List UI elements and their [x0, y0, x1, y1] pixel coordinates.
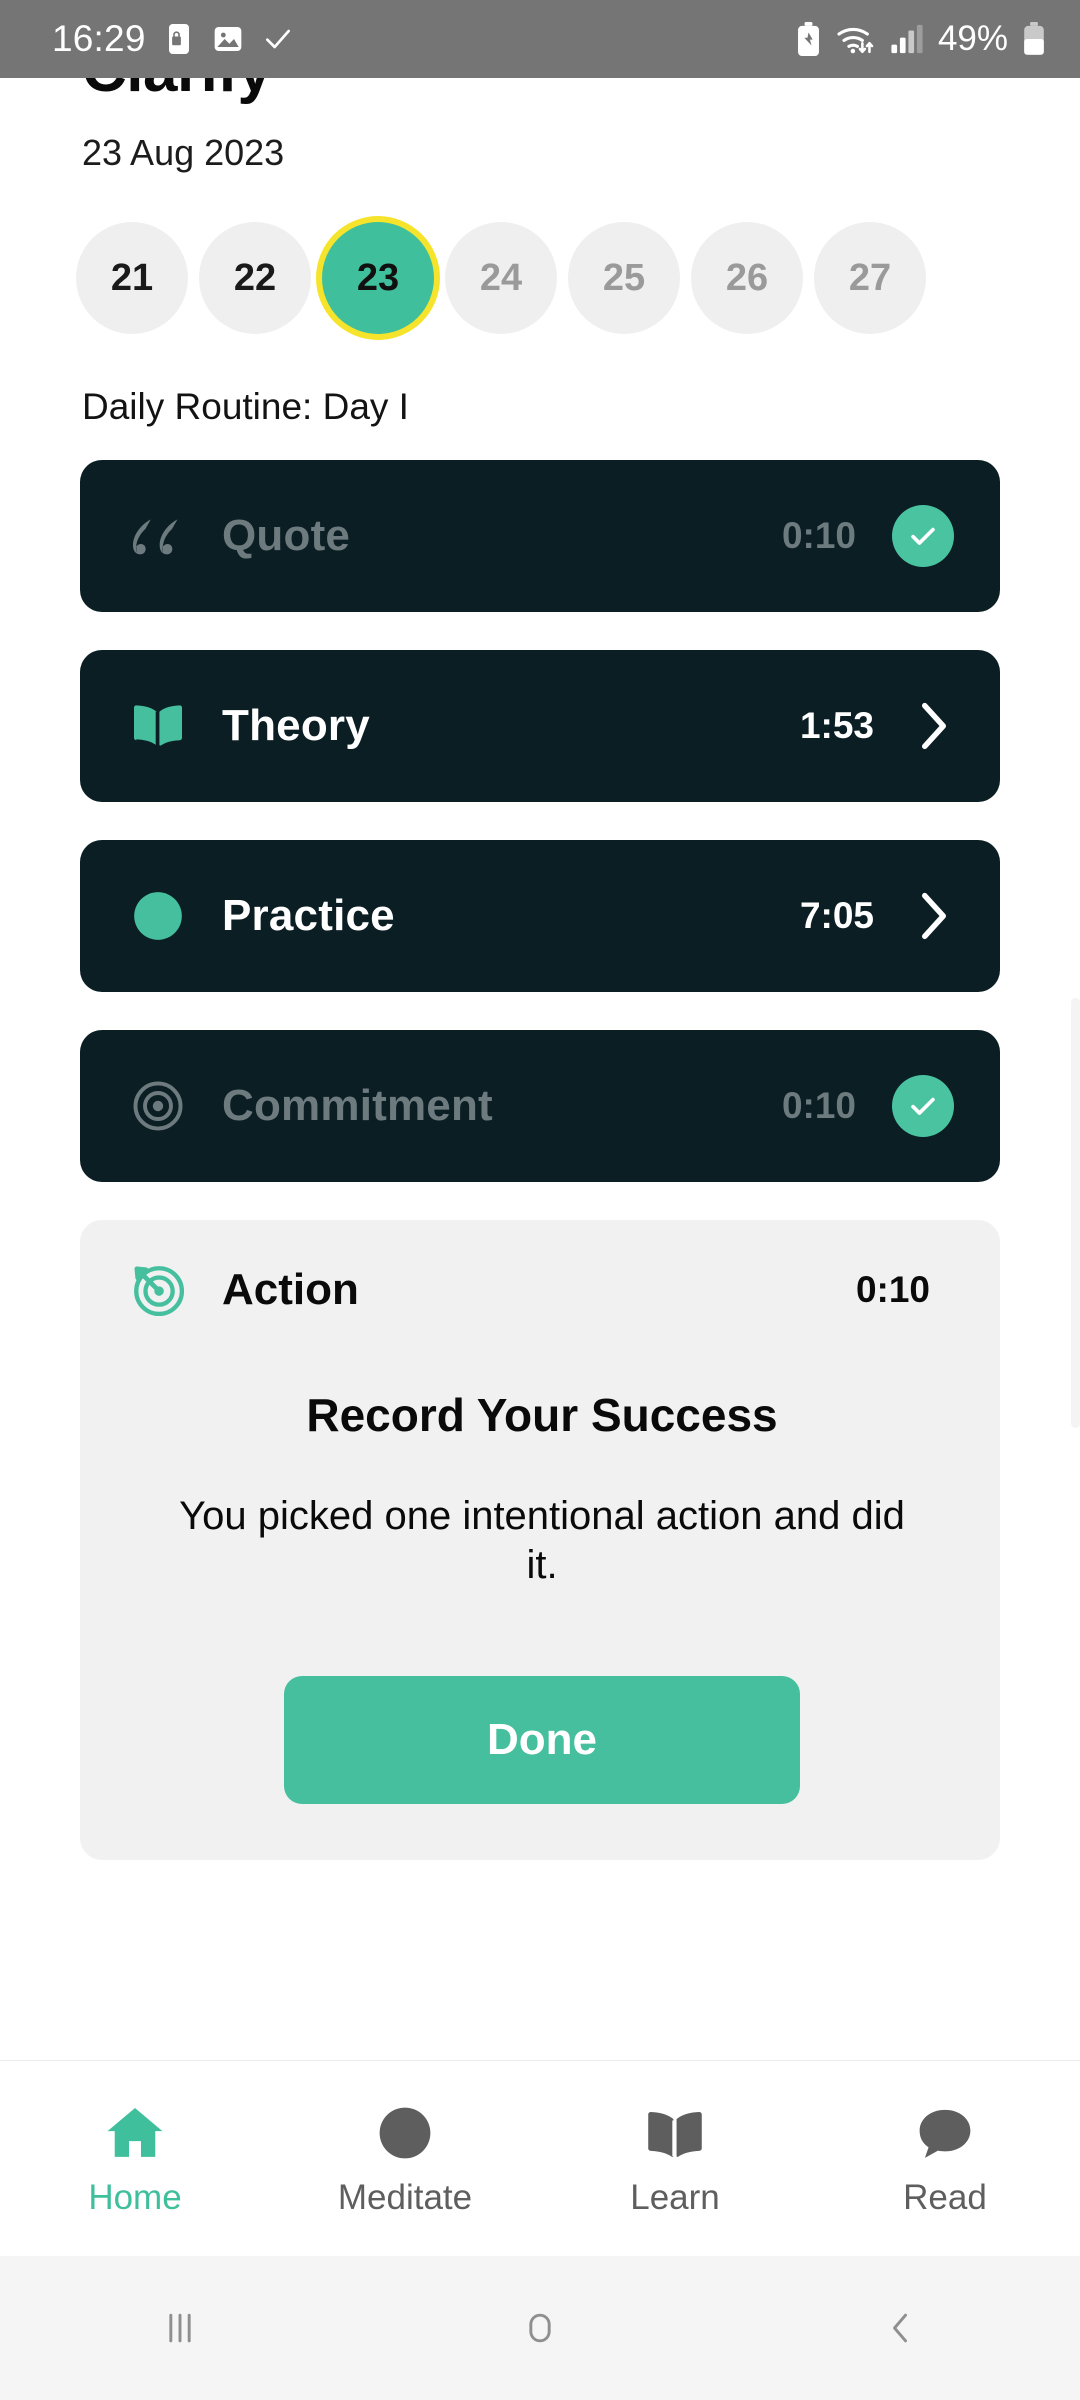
status-bar-clock: 16:29 [52, 18, 146, 59]
task-card-commitment[interactable]: Commitment 0:10 [80, 1030, 1000, 1182]
routine-heading: Daily Routine: Day I [82, 386, 409, 427]
action-card-body-text: You picked one intentional action and di… [179, 1494, 905, 1587]
task-duration: 1:53 [799, 705, 874, 746]
book-open-icon [646, 2100, 704, 2162]
day-chip-26[interactable]: 26 [691, 222, 803, 334]
target-icon [130, 1078, 186, 1134]
tab-label: Home [88, 2177, 182, 2217]
task-duration: 0:10 [781, 515, 856, 556]
done-button[interactable]: Done [284, 1675, 800, 1804]
day-chip-23-selected[interactable]: 23 [322, 222, 434, 334]
action-card-heading: Record Your Success [306, 1389, 778, 1441]
day-chip-24[interactable]: 24 [445, 222, 557, 334]
android-navigation-bar [0, 2256, 1080, 2400]
tab-read[interactable]: Read [810, 2100, 1080, 2218]
quote-icon [130, 508, 186, 564]
recents-icon[interactable] [0, 2306, 360, 2350]
task-list: Quote 0:10 Theory 1:53 Practice 7:05 Com… [0, 460, 1080, 1182]
action-card: Action 0:10 Record Your Success You pick… [80, 1220, 1000, 1860]
action-card-title: Action [222, 1265, 359, 1314]
task-complete-check-icon [892, 505, 954, 567]
chevron-right-icon [914, 892, 954, 940]
page-title: Clarify [0, 78, 1080, 102]
day-chip-27[interactable]: 27 [814, 222, 926, 334]
day-selector[interactable]: 21 22 23 24 25 26 27 [0, 222, 1080, 334]
scrollbar-indicator[interactable] [1071, 998, 1080, 1428]
tab-label: Read [903, 2177, 987, 2217]
day-chip-21[interactable]: 21 [76, 222, 188, 334]
scroll-region[interactable]: Clarify 23 Aug 2023 21 22 23 24 25 26 27… [0, 78, 1080, 2038]
day-chip-22[interactable]: 22 [199, 222, 311, 334]
back-chevron-icon[interactable] [720, 2306, 1080, 2350]
tab-home[interactable]: Home [0, 2100, 270, 2218]
image-icon [214, 27, 241, 51]
task-title: Theory [222, 701, 370, 750]
status-bar-left: 16:29 [52, 18, 294, 60]
meditate-icon [376, 2100, 434, 2162]
current-date-label: 23 Aug 2023 [82, 132, 285, 173]
app-content: Clarify 23 Aug 2023 21 22 23 24 25 26 27… [0, 78, 1080, 2400]
home-icon [104, 2100, 166, 2162]
task-card-practice[interactable]: Practice 7:05 [80, 840, 1000, 992]
battery-icon [1024, 22, 1044, 55]
task-card-theory[interactable]: Theory 1:53 [80, 650, 1000, 802]
bottom-navigation: Home Meditate Learn Read [0, 2060, 1080, 2256]
task-title: Commitment [222, 1081, 493, 1130]
phone-lock-icon [168, 24, 189, 54]
task-duration: 7:05 [799, 895, 874, 936]
check-icon [265, 29, 290, 49]
tab-label: Meditate [337, 2177, 473, 2217]
status-bar: 16:29 49% [0, 0, 1080, 78]
speech-bubble-icon [916, 2100, 974, 2162]
task-title: Quote [222, 511, 351, 560]
circle-icon [130, 888, 186, 944]
action-button-row: Done [130, 1675, 954, 1804]
task-duration: 0:10 [781, 1085, 856, 1126]
action-card-duration: 0:10 [855, 1269, 930, 1310]
tab-label: Learn [630, 2177, 720, 2217]
tab-meditate[interactable]: Meditate [270, 2100, 540, 2218]
book-icon [130, 698, 186, 754]
wifi-icon [837, 27, 874, 54]
battery-percent-label: 49% [937, 19, 1008, 58]
battery-saver-icon [797, 22, 819, 56]
tab-learn[interactable]: Learn [540, 2100, 810, 2218]
status-bar-right: 49% [795, 19, 1046, 59]
action-card-header: Action 0:10 [130, 1262, 954, 1318]
task-title: Practice [222, 891, 395, 940]
task-complete-check-icon [892, 1075, 954, 1137]
home-square-icon[interactable] [360, 2306, 720, 2350]
chevron-right-icon [914, 702, 954, 750]
signal-icon [891, 24, 923, 54]
dartboard-icon [130, 1262, 186, 1318]
task-card-quote[interactable]: Quote 0:10 [80, 460, 1000, 612]
day-chip-25[interactable]: 25 [568, 222, 680, 334]
